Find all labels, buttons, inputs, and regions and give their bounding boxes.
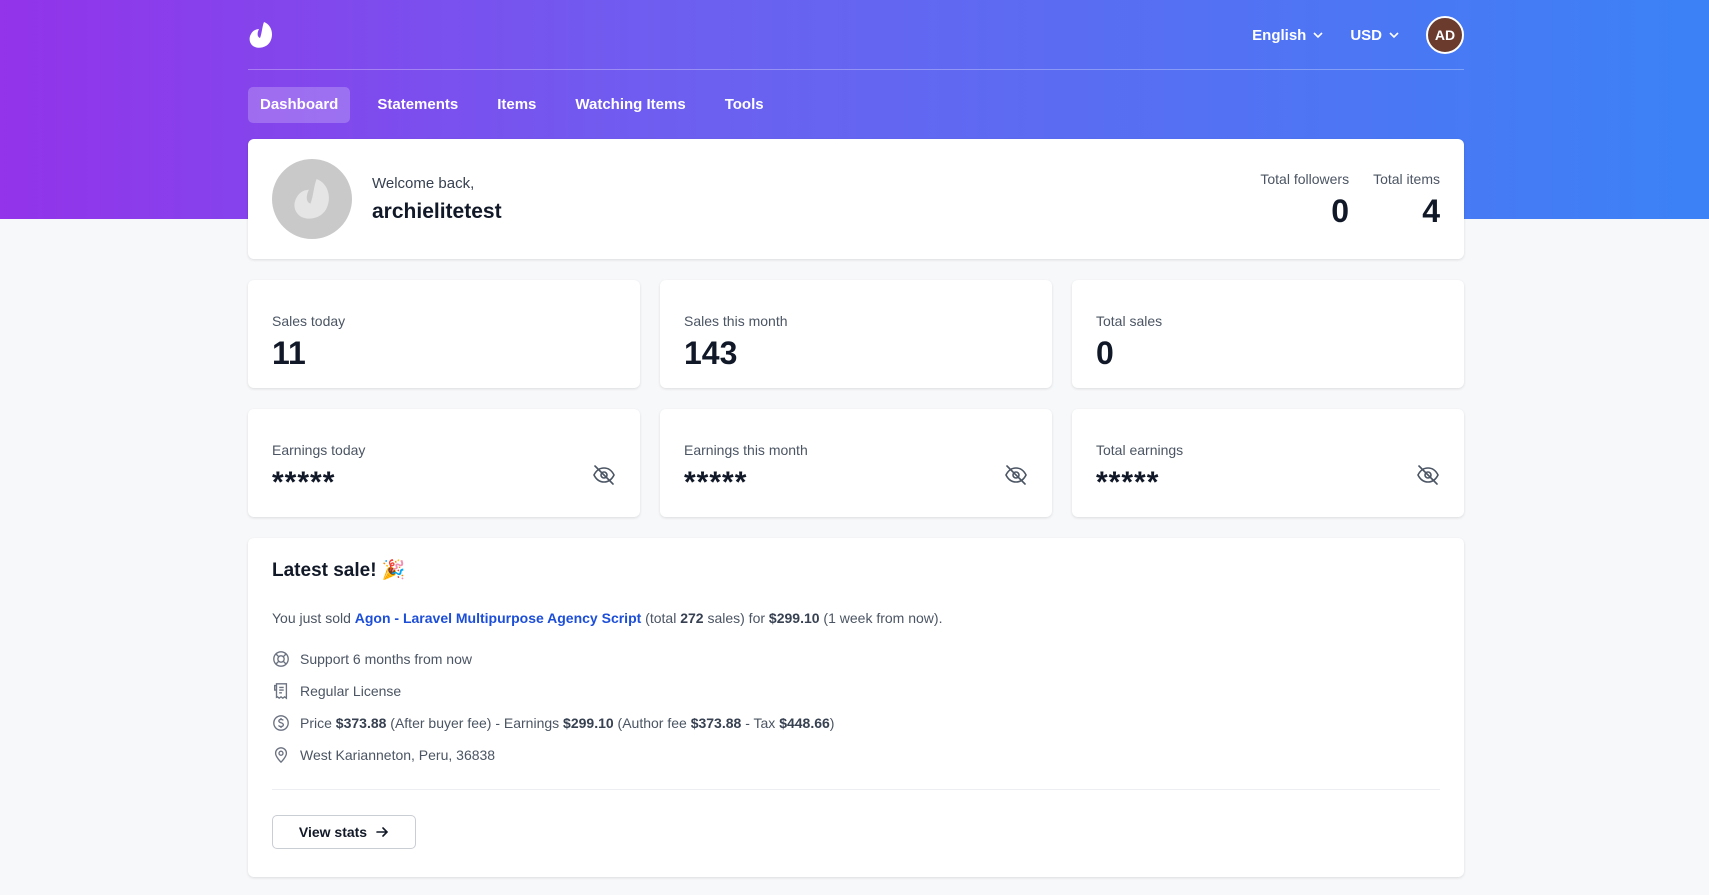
license-row: Regular License xyxy=(272,682,401,700)
license-text: Regular License xyxy=(300,683,402,699)
stat-label: Sales today xyxy=(272,313,346,329)
close-paren: ) xyxy=(829,715,835,731)
top-bar: English USD AD xyxy=(248,0,1464,70)
support-row: Support 6 months from now xyxy=(272,650,472,668)
username: archielitetest xyxy=(372,200,502,223)
map-pin-icon xyxy=(274,747,288,764)
location-row: West Karianneton, Peru, 36838 xyxy=(272,746,495,764)
total-followers: Total followers 0 xyxy=(1260,171,1349,230)
item-link[interactable]: Agon - Laravel Multipurpose Agency Scrip… xyxy=(355,610,642,626)
earnings-month-card: Earnings this month ***** xyxy=(660,409,1052,517)
receipt-icon xyxy=(274,683,288,700)
welcome-card: Welcome back, archielitetest Total follo… xyxy=(248,139,1464,259)
tax-value: $448.66 xyxy=(779,715,830,731)
price-label: Price xyxy=(300,715,336,731)
total-followers-value: 0 xyxy=(1331,193,1350,229)
earnings-value: $299.10 xyxy=(563,715,614,731)
stat-label: Earnings today xyxy=(272,442,366,458)
tax-label: - Tax xyxy=(741,715,780,731)
latest-sale-title: Latest sale! 🎉 xyxy=(272,560,406,581)
hidden-value: ***** xyxy=(272,466,336,499)
divider xyxy=(272,789,1440,790)
dollar-circle-icon xyxy=(273,715,289,731)
author-fee-value: $373.88 xyxy=(690,715,742,731)
profile-avatar xyxy=(272,159,352,239)
stat-value: 11 xyxy=(272,335,306,371)
total-items-label: Total items xyxy=(1373,171,1440,187)
lifebuoy-icon xyxy=(273,651,289,667)
stat-label: Earnings this month xyxy=(684,442,808,458)
sale-text: (total xyxy=(641,610,681,626)
latest-sale-card: Latest sale! 🎉 You just sold Agon - Lara… xyxy=(248,538,1464,877)
eye-off-icon[interactable] xyxy=(1004,463,1028,487)
total-sales-card: Total sales 0 xyxy=(1072,280,1464,388)
nav-item-items[interactable]: Items xyxy=(485,87,548,123)
chevron-down-icon xyxy=(1313,32,1323,39)
language-label: English xyxy=(1252,26,1307,44)
price-text: Price $373.88 (After buyer fee) - Earnin… xyxy=(300,715,834,731)
price-row: Price $373.88 (After buyer fee) - Earnin… xyxy=(272,714,834,732)
sales-month-card: Sales this month 143 xyxy=(660,280,1052,388)
stat-value: 0 xyxy=(1096,335,1114,371)
arrow-right-icon xyxy=(376,827,389,837)
nav-item-watching-items[interactable]: Watching Items xyxy=(563,87,697,123)
main-nav: Dashboard Statements Items Watching Item… xyxy=(248,87,1464,123)
support-text: Support 6 months from now xyxy=(300,651,472,667)
sale-prefix: You just sold xyxy=(272,610,355,626)
total-followers-label: Total followers xyxy=(1260,171,1350,187)
view-stats-button[interactable]: View stats xyxy=(272,815,416,849)
view-stats-label: View stats xyxy=(298,824,368,840)
sale-description: You just sold Agon - Laravel Multipurpos… xyxy=(272,610,942,626)
sales-today-card: Sales today 11 xyxy=(248,280,640,388)
stat-label: Total earnings xyxy=(1096,442,1184,458)
user-avatar[interactable]: AD xyxy=(1426,16,1464,54)
price-value: $373.88 xyxy=(335,715,387,731)
nav-item-statements[interactable]: Statements xyxy=(365,87,470,123)
stat-value: 143 xyxy=(684,335,738,371)
sale-amount: $299.10 xyxy=(768,610,820,626)
author-fee-label: (Author fee xyxy=(613,715,691,731)
total-sales-count: 272 xyxy=(680,610,704,626)
language-dropdown[interactable]: English xyxy=(1252,27,1324,44)
currency-dropdown[interactable]: USD xyxy=(1350,27,1400,44)
stat-label: Total sales xyxy=(1096,313,1163,329)
hidden-value: ***** xyxy=(684,466,748,499)
nav-item-tools[interactable]: Tools xyxy=(713,87,776,123)
currency-label: USD xyxy=(1350,26,1382,44)
location-text: West Karianneton, Peru, 36838 xyxy=(300,747,496,763)
logo-icon[interactable] xyxy=(248,21,274,49)
chevron-down-icon xyxy=(1389,32,1399,39)
logo-icon xyxy=(294,179,329,219)
total-earnings-card: Total earnings ***** xyxy=(1072,409,1464,517)
avatar-initials: AD xyxy=(1434,27,1456,43)
welcome-greeting: Welcome back, xyxy=(372,175,475,192)
nav-item-dashboard[interactable]: Dashboard xyxy=(248,87,351,123)
stat-label: Sales this month xyxy=(684,313,788,329)
sale-time: (1 week from now). xyxy=(819,610,943,626)
total-items-value: 4 xyxy=(1422,193,1440,229)
eye-off-icon[interactable] xyxy=(1416,463,1440,487)
after-fee-label: (After buyer fee) - Earnings xyxy=(386,715,564,731)
eye-off-icon[interactable] xyxy=(592,463,616,487)
earnings-today-card: Earnings today ***** xyxy=(248,409,640,517)
sale-text: sales) for xyxy=(703,610,769,626)
total-items: Total items 4 xyxy=(1373,171,1440,230)
hidden-value: ***** xyxy=(1096,466,1160,499)
